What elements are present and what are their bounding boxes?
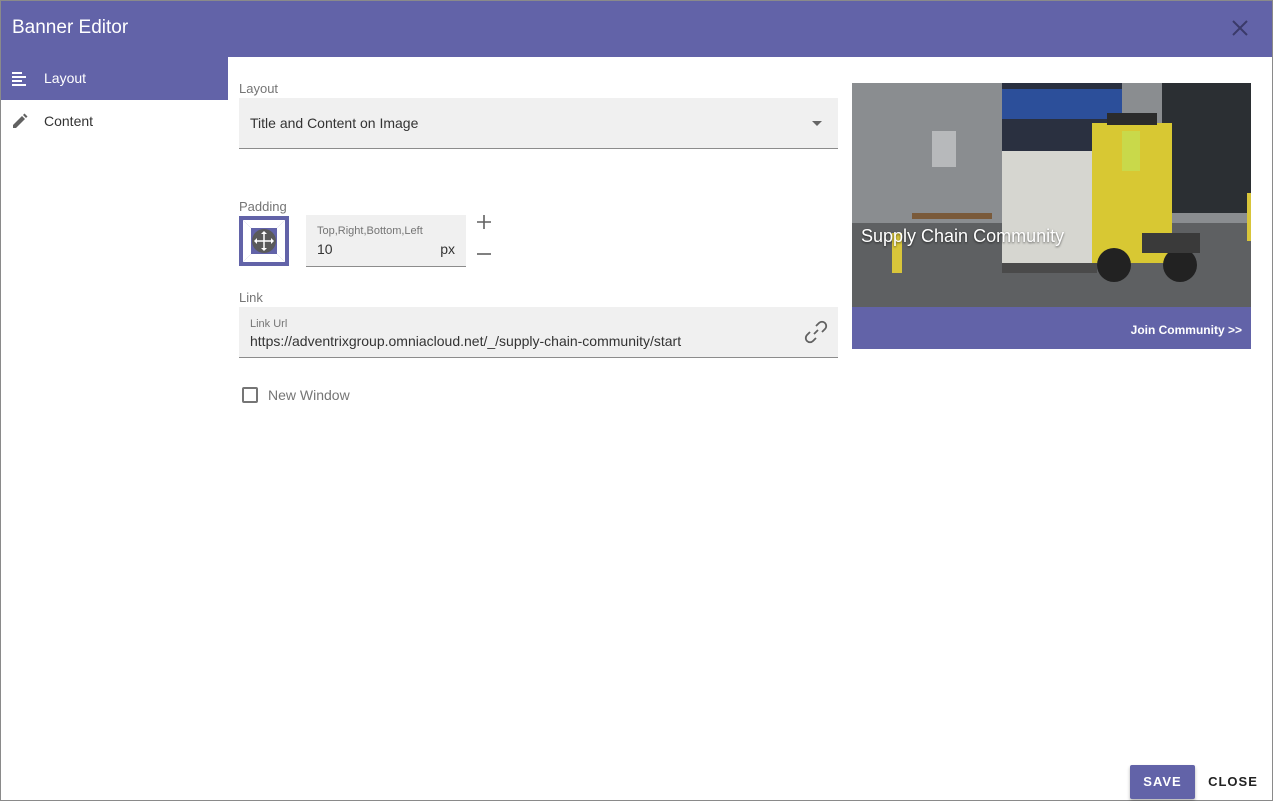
sidebar-item-content[interactable]: Content <box>1 100 228 143</box>
pencil-icon <box>13 113 28 128</box>
close-button[interactable]: CLOSE <box>1203 765 1263 799</box>
sidebar: Layout Content <box>1 57 228 800</box>
padding-field[interactable]: Top,Right,Bottom,Left 10 px <box>306 215 466 267</box>
layout-select[interactable]: Title and Content on Image <box>239 98 838 149</box>
banner-preview: Supply Chain Community Join Community >> <box>852 83 1251 349</box>
padding-unit: px <box>440 241 455 257</box>
link-url-label: Link Url <box>250 318 288 330</box>
sidebar-item-label: Content <box>44 113 94 129</box>
forklift-image <box>852 83 1251 307</box>
padding-value: 10 <box>317 241 333 257</box>
link-icon[interactable] <box>803 319 829 345</box>
sidebar-item-label: Layout <box>44 70 87 86</box>
save-button-label: SAVE <box>1143 774 1182 789</box>
preview-footer: Join Community >> <box>852 307 1251 349</box>
dialog-header: Banner Editor <box>1 1 1272 57</box>
layout-label: Layout <box>239 81 279 96</box>
preview-title: Supply Chain Community <box>861 226 1065 246</box>
link-url-value: https://adventrixgroup.omniacloud.net/_/… <box>250 333 682 349</box>
link-url-field[interactable]: Link Url https://adventrixgroup.omniaclo… <box>239 307 838 358</box>
close-icon[interactable] <box>1229 17 1251 39</box>
preview-cta-link[interactable]: Join Community >> <box>1131 323 1242 337</box>
dialog-title: Banner Editor <box>12 17 129 38</box>
sidebar-item-layout[interactable]: Layout <box>1 57 228 100</box>
padding-field-label: Top,Right,Bottom,Left <box>317 225 423 237</box>
padding-label: Padding <box>239 199 287 214</box>
banner-editor-dialog: Banner Editor Layout Content Layout Titl… <box>0 0 1273 801</box>
link-label: Link <box>239 290 263 305</box>
chevron-down-icon <box>812 121 822 126</box>
minus-icon[interactable] <box>475 245 493 263</box>
new-window-checkbox[interactable] <box>242 387 258 403</box>
close-button-label: CLOSE <box>1208 774 1258 789</box>
layout-select-value: Title and Content on Image <box>250 115 419 131</box>
save-button[interactable]: SAVE <box>1130 765 1195 799</box>
new-window-label[interactable]: New Window <box>268 387 350 403</box>
align-left-icon <box>12 72 26 86</box>
plus-icon[interactable] <box>475 213 493 231</box>
padding-move-icon[interactable] <box>239 216 289 266</box>
